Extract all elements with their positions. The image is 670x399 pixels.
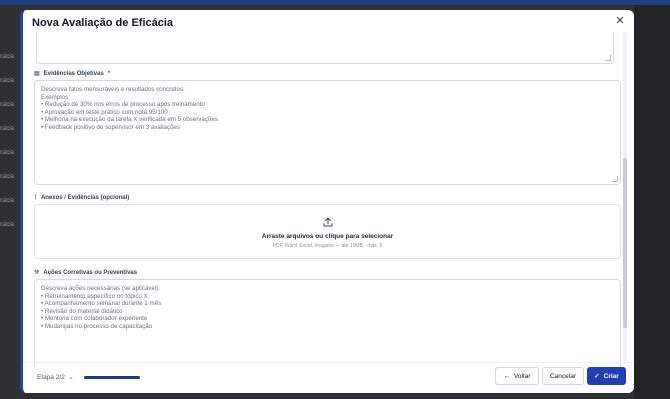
resize-grip-icon[interactable] — [605, 55, 611, 61]
placeholder-line: • Melhoria na execução da tarefa X verif… — [41, 116, 218, 124]
file-dropzone[interactable]: Arraste arquivos ou clique para selecion… — [34, 204, 621, 259]
cancel-button-label: Cancelar — [549, 372, 576, 380]
resize-grip-icon[interactable] — [612, 176, 618, 182]
acoes-textarea[interactable]: Descreva ações necessárias (se aplicável… — [34, 279, 621, 367]
anexos-label-text: Anexos / Evidências (opcional) — [40, 194, 130, 201]
back-button-label: Voltar — [513, 372, 531, 380]
required-mark: * — [107, 70, 111, 77]
background-side-label: cácia — [0, 102, 15, 108]
modal-body: ▤ Evidências Objetivas * Descreva fatos … — [23, 32, 623, 367]
anexos-label: ⌇ Anexos / Evidências (opcional) — [34, 194, 130, 202]
check-icon: ✓ — [594, 373, 600, 380]
paperclip-icon: ⌇ — [34, 195, 37, 201]
placeholder-line: Descreva fatos mensuráveis e resultados … — [41, 86, 185, 93]
dropzone-title: Arraste arquivos ou clique para selecion… — [261, 233, 394, 240]
placeholder-line: • Retreinamento específico no tópico X — [41, 292, 148, 300]
background-side-label: cácia — [0, 78, 15, 84]
background-side-label: cácia — [0, 126, 15, 132]
clipboard-icon: ▤ — [34, 71, 40, 77]
evidencias-label: ▤ Evidências Objetivas * — [34, 70, 111, 78]
placeholder-line: • Feedback positivo do supervisor em 3 a… — [41, 123, 181, 131]
arrow-left-icon: ← — [503, 372, 510, 380]
back-button[interactable]: ← Voltar — [495, 367, 539, 385]
placeholder-line: • Mentoria com colaborador experiente — [41, 315, 148, 323]
previous-textarea[interactable] — [36, 32, 614, 64]
evidencias-textarea[interactable]: Descreva fatos mensuráveis e resultados … — [34, 80, 621, 185]
background-side-label: cácia — [0, 174, 15, 180]
upload-icon — [323, 217, 333, 227]
create-button-label: Criar — [603, 372, 619, 380]
modal-title: Nova Avaliação de Eficácia — [32, 17, 174, 29]
cancel-button[interactable]: Cancelar — [542, 367, 584, 385]
placeholder-line: • Revisão do material didático — [41, 307, 123, 315]
modal-footer: Etapa 2/2 ⌄ ← Voltar Cancelar ✓ Criar — [23, 362, 634, 393]
background-side-label: cácia — [0, 198, 15, 204]
evaluation-modal: Nova Avaliação de Eficácia ✕ ▤ Evidência… — [20, 10, 634, 393]
create-button[interactable]: ✓ Criar — [587, 367, 626, 385]
close-icon[interactable]: ✕ — [614, 15, 626, 27]
placeholder-line: • Aprovação em teste prático com nota 95… — [41, 108, 168, 116]
scrollbar-thumb[interactable] — [623, 158, 627, 328]
placeholder-line: Descreva ações necessárias (se aplicável… — [41, 285, 160, 292]
placeholder-line: Exemplos: — [41, 93, 70, 101]
placeholder-line: • Redução de 30% nos erros de processo a… — [41, 101, 205, 109]
placeholder-line: • Acompanhamento semanal durante 1 mês — [41, 300, 162, 308]
background-side-label: cácia — [0, 222, 15, 228]
background-side-label: cácia — [0, 54, 15, 60]
acoes-label-text: Ações Corretivas ou Preventivas — [43, 269, 138, 276]
step-progress-bar — [84, 376, 140, 379]
background-right-strip — [634, 5, 670, 399]
acoes-label: ⚒ Ações Corretivas ou Preventivas — [34, 269, 138, 277]
step-label: Etapa 2/2 — [37, 374, 65, 381]
background-side-label: cácia — [0, 150, 15, 156]
chevron-down-icon[interactable]: ⌄ — [68, 373, 74, 381]
evidencias-label-text: Evidências Objetivas — [43, 70, 104, 77]
dropzone-subtitle: PDF, Word, Excel, Imagens — até 10MB · m… — [272, 243, 383, 249]
placeholder-line: • Mudanças no processo de capacitação — [41, 322, 153, 330]
background-topbar — [0, 0, 670, 5]
wrench-icon: ⚒ — [34, 270, 40, 276]
